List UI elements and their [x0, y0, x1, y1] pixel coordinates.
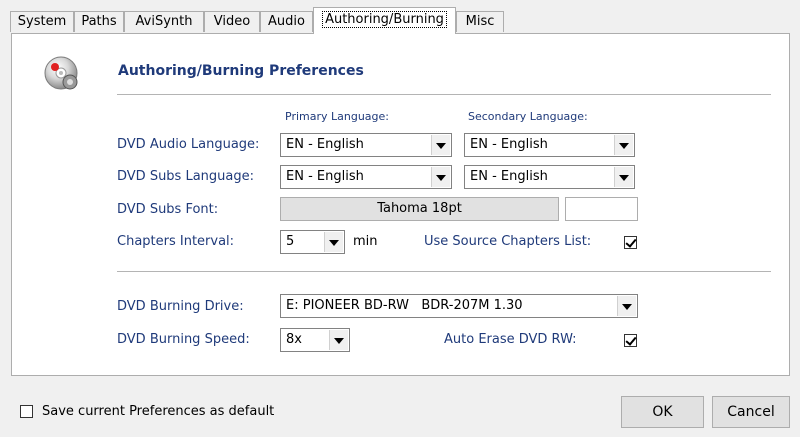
divider-top — [117, 94, 771, 96]
tab-system[interactable]: System — [10, 11, 74, 32]
auto-erase-label: Auto Erase DVD RW: — [444, 332, 577, 347]
subs-secondary-language-value: EN - English — [470, 169, 548, 184]
chevron-down-icon[interactable] — [431, 167, 450, 187]
tab-audio[interactable]: Audio — [260, 11, 313, 32]
save-default-label: Save current Preferences as default — [42, 404, 275, 419]
subs-primary-language-select[interactable]: EN - English — [280, 165, 452, 189]
burning-drive-label: DVD Burning Drive: — [117, 299, 244, 314]
chevron-down-icon[interactable] — [617, 296, 636, 316]
tab-video[interactable]: Video — [204, 11, 260, 32]
auto-erase-checkbox[interactable] — [624, 334, 637, 347]
burning-drive-value: E: PIONEER BD-RW BDR-207M 1.30 — [286, 298, 523, 313]
subs-secondary-language-select[interactable]: EN - English — [464, 165, 635, 189]
audio-secondary-language-value: EN - English — [470, 137, 548, 152]
secondary-language-header: Secondary Language: — [468, 110, 588, 123]
chevron-down-icon[interactable] — [614, 167, 633, 187]
chevron-down-icon[interactable] — [614, 135, 633, 155]
primary-language-header: Primary Language: — [285, 110, 389, 123]
subs-font-label: DVD Subs Font: — [117, 202, 219, 217]
subs-font-button[interactable]: Tahoma 18pt — [280, 197, 559, 221]
audio-primary-language-select[interactable]: EN - English — [280, 133, 452, 157]
chevron-down-icon[interactable] — [329, 330, 348, 350]
burning-speed-select[interactable]: 8x — [280, 328, 350, 352]
save-default-checkbox[interactable] — [20, 405, 33, 418]
chapters-interval-value: 5 — [286, 234, 295, 249]
chevron-down-icon[interactable] — [324, 232, 343, 252]
section-title: Authoring/Burning Preferences — [118, 63, 364, 79]
burning-speed-label: DVD Burning Speed: — [117, 332, 250, 347]
audio-language-label: DVD Audio Language: — [117, 137, 260, 152]
chapters-interval-label: Chapters Interval: — [117, 234, 235, 249]
burning-speed-value: 8x — [286, 332, 302, 347]
subs-language-label: DVD Subs Language: — [117, 169, 255, 184]
use-source-chapters-label: Use Source Chapters List: — [424, 234, 592, 249]
burning-drive-select[interactable]: E: PIONEER BD-RW BDR-207M 1.30 — [280, 294, 638, 318]
audio-secondary-language-select[interactable]: EN - English — [464, 133, 635, 157]
cancel-button[interactable]: Cancel — [712, 396, 790, 428]
tab-strip: System Paths AviSynth Video Audio Author… — [0, 0, 800, 34]
chevron-down-icon[interactable] — [431, 135, 450, 155]
use-source-chapters-checkbox[interactable] — [624, 236, 637, 249]
tab-paths[interactable]: Paths — [74, 11, 124, 32]
chapters-interval-select[interactable]: 5 — [280, 230, 345, 254]
divider-middle — [117, 271, 771, 273]
chapters-interval-unit: min — [353, 234, 378, 249]
ok-button[interactable]: OK — [621, 396, 704, 428]
tab-authoring-burning[interactable]: Authoring/Burning — [313, 7, 456, 34]
tab-misc[interactable]: Misc — [456, 11, 504, 32]
tab-authoring-burning-label: Authoring/Burning — [322, 11, 447, 28]
subs-primary-language-value: EN - English — [286, 169, 364, 184]
subs-font-color-swatch[interactable] — [565, 197, 638, 221]
audio-primary-language-value: EN - English — [286, 137, 364, 152]
dvd-disc-icon — [44, 56, 78, 90]
tab-avisynth[interactable]: AviSynth — [124, 11, 204, 32]
